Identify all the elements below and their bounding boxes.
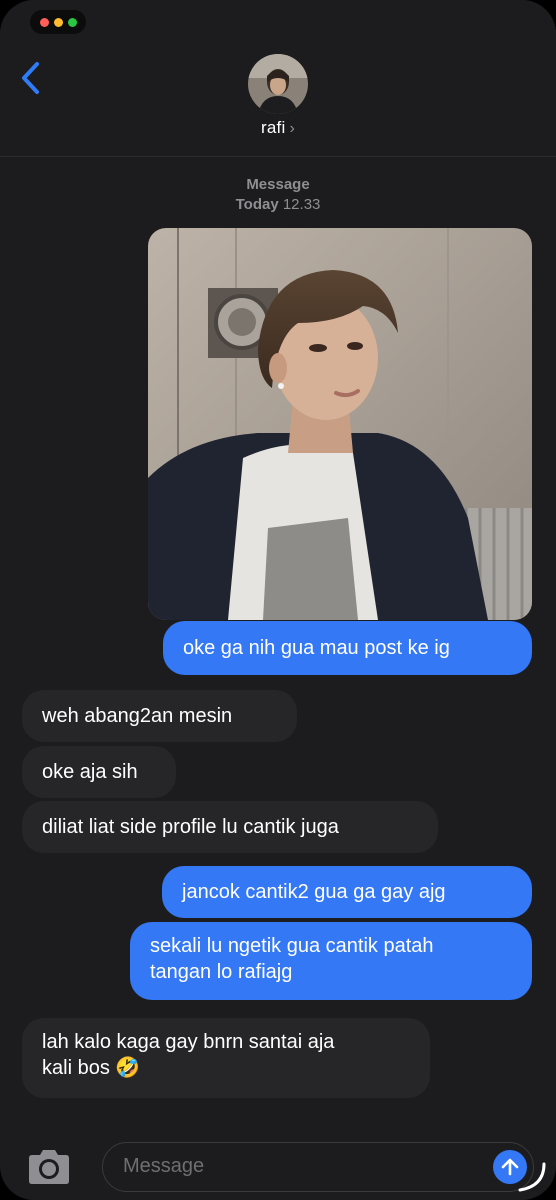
back-button[interactable] (14, 58, 48, 98)
message-incoming[interactable]: oke aja sih (22, 746, 176, 798)
minimize-window-button[interactable] (53, 17, 63, 27)
message-incoming[interactable]: weh abang2an mesin (22, 690, 297, 742)
message-text: jancok cantik2 gua ga gay ajg (182, 881, 446, 903)
service-label: Message (246, 176, 310, 193)
message-text: weh abang2an mesin (42, 705, 233, 727)
message-incoming[interactable]: lah kalo kaga gay bnrn santai aja kali b… (22, 1018, 430, 1098)
message-input-placeholder: Message (123, 1155, 205, 1177)
contact-avatar[interactable] (248, 54, 308, 114)
resize-corner-icon[interactable] (510, 1156, 550, 1196)
message-incoming[interactable]: diliat liat side profile lu cantik juga (22, 801, 438, 853)
chevron-left-icon (22, 62, 39, 94)
message-text: diliat liat side profile lu cantik juga (42, 816, 339, 838)
close-window-button[interactable] (39, 17, 49, 27)
message-text-line: kali bos 🤣 (42, 1057, 141, 1079)
messages-window: rafi › Message Today 12.33 oke ga nih gu… (0, 0, 556, 1200)
message-outgoing[interactable]: sekali lu ngetik gua cantik patah tangan… (130, 922, 532, 1000)
message-text: oke ga nih gua mau post ke ig (183, 637, 450, 659)
message-text: oke aja sih (42, 761, 138, 783)
timestamp-time: 12.33 (282, 196, 321, 213)
sent-photo-attachment[interactable] (148, 228, 532, 620)
avatar-photo (248, 54, 308, 114)
message-text-line: tangan lo rafiajg (150, 961, 293, 983)
message-text-line: sekali lu ngetik gua cantik patah (150, 935, 434, 957)
camera-button[interactable] (22, 1146, 76, 1188)
window-controls (30, 10, 86, 34)
message-text-line: lah kalo kaga gay bnrn santai aja (42, 1031, 335, 1053)
chevron-right-icon: › (289, 120, 295, 137)
thread-metadata: Message Today 12.33 (0, 175, 556, 215)
conversation-header: rafi › (0, 0, 556, 157)
contact-name-link[interactable]: rafi › (0, 118, 556, 138)
zoom-window-button[interactable] (67, 17, 77, 27)
timestamp-day: Today (235, 196, 279, 213)
message-outgoing[interactable]: jancok cantik2 gua ga gay ajg (162, 866, 532, 918)
photo-image (148, 228, 532, 620)
camera-icon (29, 1150, 69, 1184)
message-outgoing[interactable]: oke ga nih gua mau post ke ig (163, 621, 532, 675)
contact-name: rafi (261, 118, 286, 137)
message-input[interactable]: Message (102, 1142, 534, 1192)
